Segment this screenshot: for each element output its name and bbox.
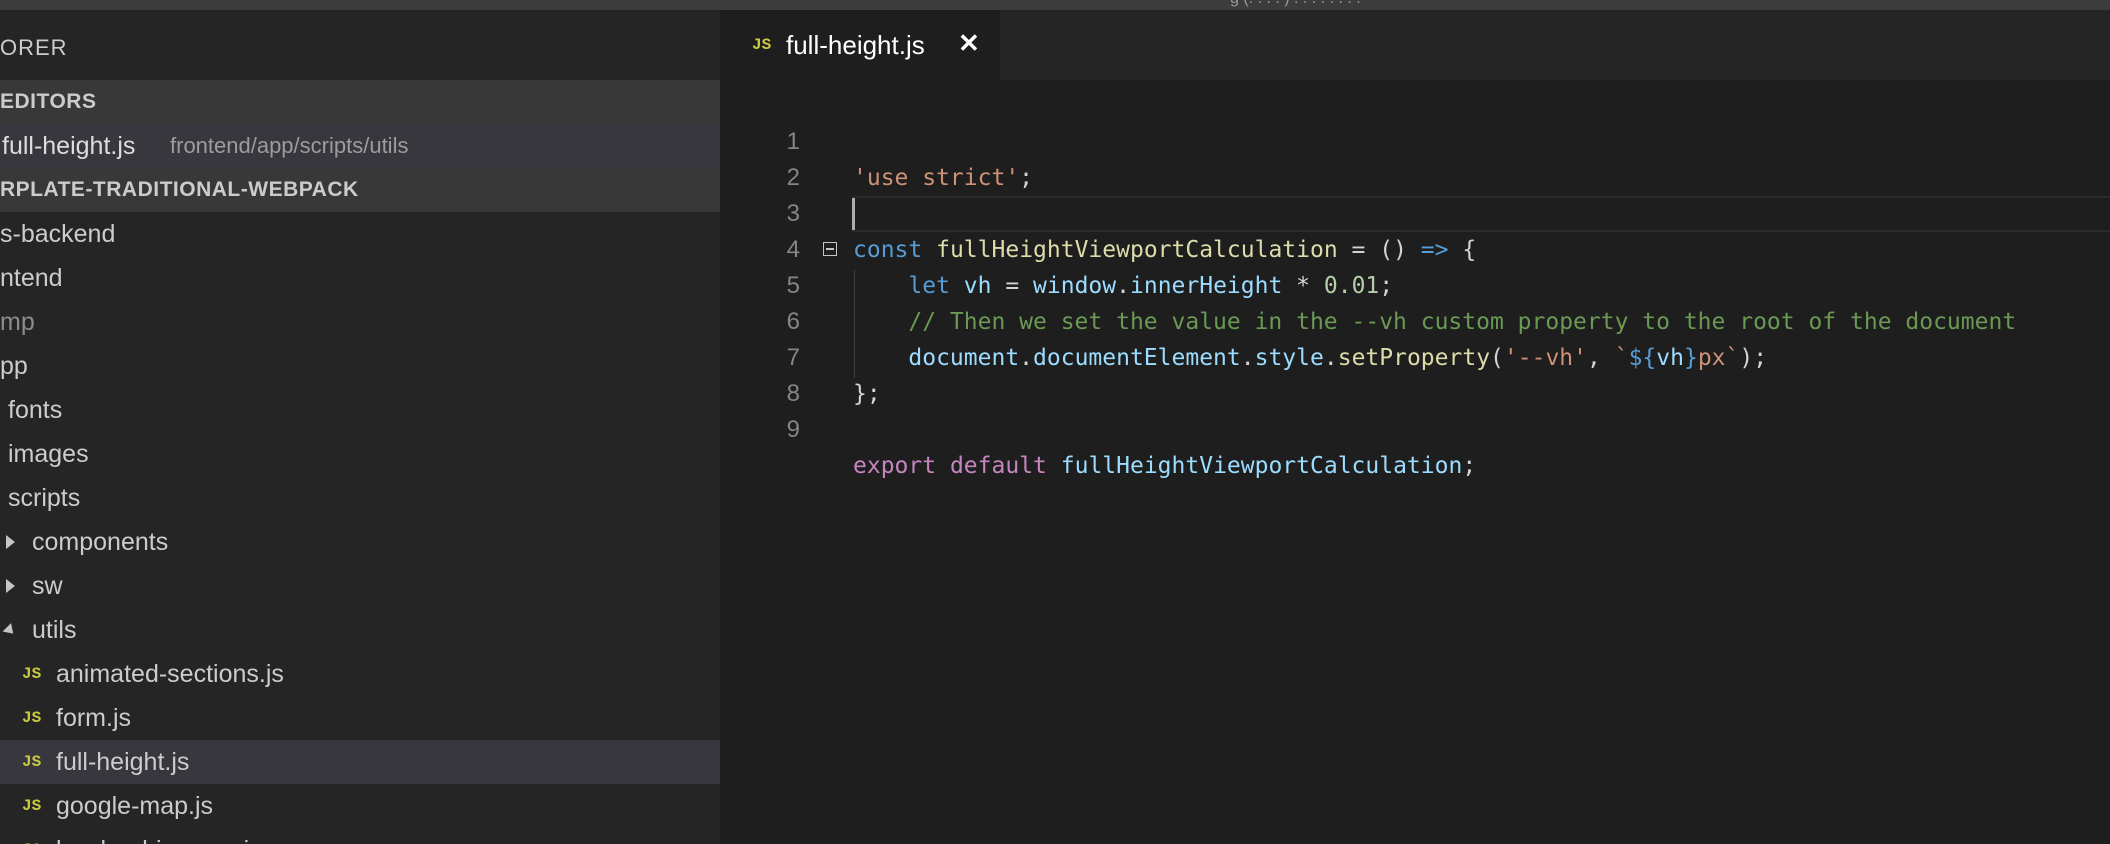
tree-item-label: mp: [0, 308, 35, 336]
open-editors-section-header[interactable]: EDITORS: [0, 80, 720, 124]
title-bar: g (. . . . ) . . . . . . . .: [0, 0, 2110, 10]
code-line: 1 'use strict';: [720, 88, 2110, 191]
tree-item-sw[interactable]: sw: [0, 564, 720, 608]
editor-tab-bar: JS full-height.js ✕: [720, 10, 2110, 80]
tree-item-label: google-map.js: [56, 792, 214, 820]
tab-label: full-height.js: [786, 30, 925, 60]
line-number: 9: [786, 416, 800, 443]
tree-item-lazyload[interactable]: JS lazyload-images.js: [0, 828, 720, 844]
tree-item-label: scripts: [8, 484, 81, 512]
open-editor-filename: full-height.js: [2, 132, 136, 160]
javascript-file-icon: JS: [22, 709, 42, 727]
tree-item-label: ntend: [0, 264, 63, 292]
code-line: 2: [720, 124, 2110, 191]
tree-item-app[interactable]: pp: [0, 344, 720, 388]
explorer-sidebar: ORER EDITORS full-height.js frontend/app…: [0, 10, 720, 844]
javascript-file-icon: JS: [752, 36, 772, 54]
open-editors-label: EDITORS: [0, 90, 97, 113]
javascript-file-icon: JS: [22, 797, 42, 815]
tree-item-label: full-height.js: [56, 748, 190, 776]
tree-item-label: sw: [32, 572, 63, 600]
code-line: 8: [720, 340, 2110, 407]
tree-item-label: images: [8, 440, 89, 468]
code-line: 4 let vh = window.innerHeight * 0.01;: [720, 196, 2110, 299]
tree-item-label: s-backend: [0, 220, 116, 248]
close-icon[interactable]: ✕: [958, 28, 980, 59]
tree-item-label: form.js: [56, 704, 131, 732]
javascript-file-icon: JS: [22, 753, 42, 771]
tree-item-label: lazyload-images.js: [56, 828, 262, 844]
tree-item-animated-sections[interactable]: JS animated-sections.js: [0, 652, 720, 696]
tree-item-fonts[interactable]: fonts: [0, 388, 720, 432]
window-title: g (. . . . ) . . . . . . . .: [1230, 0, 1361, 8]
tree-item-scripts[interactable]: scripts: [0, 476, 720, 520]
tree-item-backend[interactable]: s-backend: [0, 212, 720, 256]
javascript-file-icon: JS: [22, 828, 41, 844]
project-label: RPLATE-TRADITIONAL-WEBPACK: [0, 178, 359, 201]
tree-item-images[interactable]: images: [0, 432, 720, 476]
tree-item-frontend[interactable]: ntend: [0, 256, 720, 300]
code-line: 5 // Then we set the value in the --vh c…: [720, 232, 2110, 335]
code-editor[interactable]: 1 'use strict'; 2 3 const fullHeightView…: [720, 80, 2110, 844]
tree-item-utils[interactable]: utils: [0, 608, 720, 652]
tree-item-label: utils: [32, 616, 77, 644]
tree-item-form[interactable]: JS form.js: [0, 696, 720, 740]
tree-item-google-map[interactable]: JS google-map.js: [0, 784, 720, 828]
project-section-header[interactable]: RPLATE-TRADITIONAL-WEBPACK: [0, 168, 720, 212]
code-line: 3 const fullHeightViewportCalculation = …: [720, 160, 2110, 263]
tree-item-label: components: [32, 528, 169, 556]
code-line: 6 document.documentElement.style.setProp…: [720, 268, 2110, 371]
chevron-right-icon[interactable]: [6, 579, 15, 593]
explorer-title: ORER: [0, 35, 68, 60]
tree-item-components[interactable]: components: [0, 520, 720, 564]
tab-full-height[interactable]: JS full-height.js ✕: [720, 10, 1000, 80]
tree-item-temp[interactable]: mp: [0, 300, 720, 344]
open-editor-path: frontend/app/scripts/utils: [170, 133, 409, 158]
code-line: 9 export default fullHeightViewportCalcu…: [720, 376, 2110, 479]
tree-item-label: animated-sections.js: [56, 660, 284, 688]
chevron-right-icon[interactable]: [6, 535, 15, 549]
chevron-down-icon[interactable]: [2, 623, 18, 638]
tree-item-label: pp: [0, 352, 28, 380]
tree-item-full-height[interactable]: JS full-height.js: [0, 740, 720, 784]
code-line: 7 };: [720, 304, 2110, 407]
tree-item-label: fonts: [8, 396, 63, 424]
javascript-file-icon: JS: [22, 665, 42, 683]
open-editor-item[interactable]: full-height.js frontend/app/scripts/util…: [0, 124, 720, 168]
